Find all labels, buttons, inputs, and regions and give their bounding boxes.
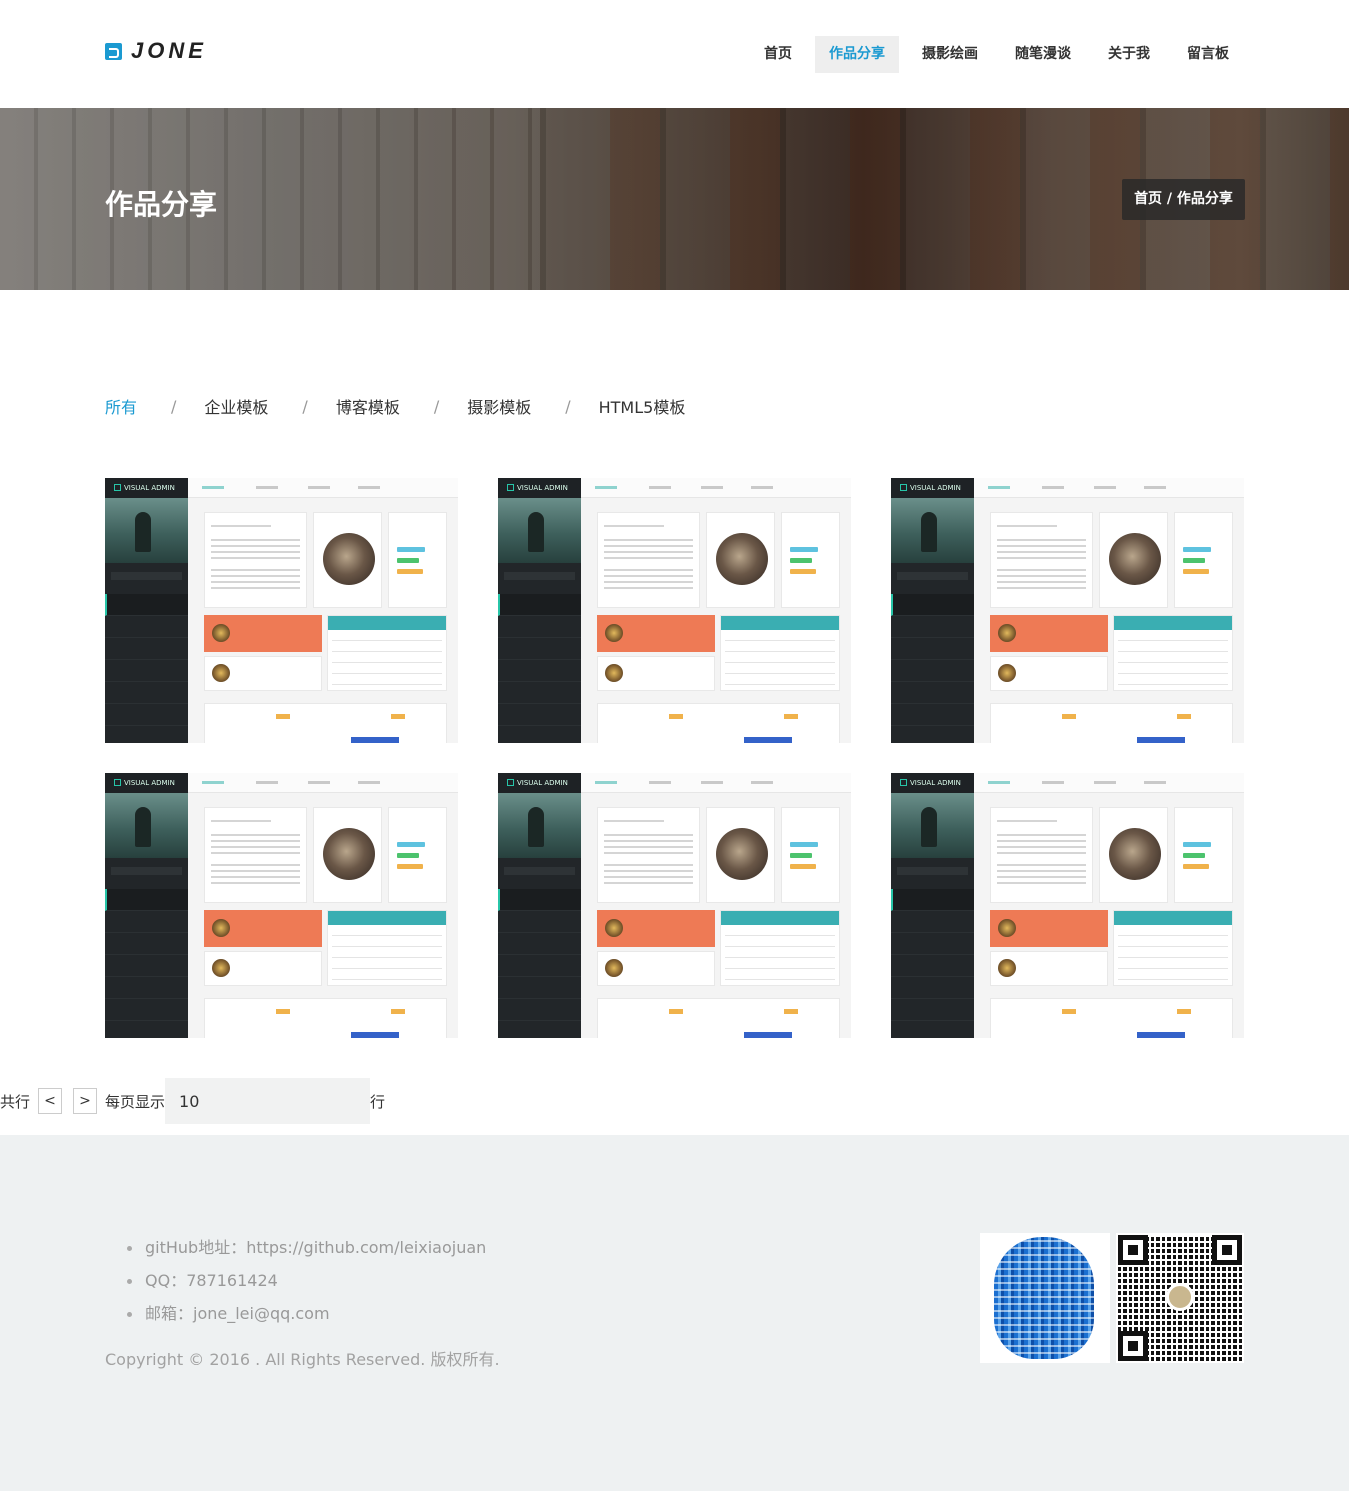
portfolio-card[interactable]: VISUAL ADMIN [891,478,1244,743]
breadcrumb[interactable]: 首页 / 作品分享 [1122,179,1245,220]
portfolio-grid: VISUAL ADMIN VISUAL ADMIN VISUAL ADMIN V… [105,478,1244,1038]
per-page-suffix: 行 [370,1092,386,1111]
prev-page-button[interactable]: < [38,1088,63,1114]
portfolio-card[interactable]: VISUAL ADMIN [105,478,458,743]
template-brand: VISUAL ADMIN [891,478,974,498]
category-filter: 所有 / 企业模板 / 博客模板 / 摄影模板 / HTML5模板 [105,394,685,418]
main-nav: 首页 作品分享 摄影绘画 随笔漫谈 关于我 留言板 [741,36,1243,73]
portfolio-card[interactable]: VISUAL ADMIN [891,773,1244,1038]
contact-list: gitHub地址：https://github.com/leixiaojuan … [127,1236,486,1335]
nav-item-home[interactable]: 首页 [750,36,806,73]
portfolio-card[interactable]: VISUAL ADMIN [498,773,851,1038]
nav-item-guestbook[interactable]: 留言板 [1173,36,1243,73]
filter-separator: / [302,396,308,416]
nav-item-photography[interactable]: 摄影绘画 [908,36,992,73]
template-photo [498,793,581,858]
wechat-qr-icon [1116,1233,1244,1363]
template-brand: VISUAL ADMIN [498,478,581,498]
next-page-button[interactable]: > [73,1088,98,1114]
portfolio-card[interactable]: VISUAL ADMIN [105,773,458,1038]
contact-email[interactable]: 邮箱：jone_lei@qq.com [127,1302,486,1335]
template-photo [105,793,188,858]
contact-github[interactable]: gitHub地址：https://github.com/leixiaojuan [127,1236,486,1269]
main-content: 所有 / 企业模板 / 博客模板 / 摄影模板 / HTML5模板 VISUAL… [0,290,1349,1135]
filter-photography[interactable]: 摄影模板 [467,394,531,418]
template-photo [105,498,188,563]
page-title: 作品分享 [105,188,218,221]
qq-qr-icon [980,1233,1110,1363]
filter-separator: / [171,396,177,416]
filter-enterprise[interactable]: 企业模板 [204,394,268,418]
template-brand: VISUAL ADMIN [105,773,188,793]
site-footer: gitHub地址：https://github.com/leixiaojuan … [0,1135,1349,1491]
nav-item-essays[interactable]: 随笔漫谈 [1001,36,1085,73]
total-label: 共行 [0,1092,31,1111]
pagination: 共行 < > 每页显示 行 [0,1078,385,1124]
logo-icon [105,42,122,60]
copyright: Copyright © 2016 . All Rights Reserved. … [105,1350,500,1369]
nav-item-about[interactable]: 关于我 [1094,36,1164,73]
portfolio-card[interactable]: VISUAL ADMIN [498,478,851,743]
logo-text: JONE [131,38,207,63]
contact-qq: QQ：787161424 [127,1269,486,1302]
logo[interactable]: JONE [105,38,207,64]
filter-separator: / [433,396,440,416]
template-brand: VISUAL ADMIN [498,773,581,793]
filter-blog[interactable]: 博客模板 [336,394,400,418]
per-page-input[interactable] [165,1078,371,1124]
template-photo [891,793,974,858]
filter-html5[interactable]: HTML5模板 [599,394,686,418]
template-brand: VISUAL ADMIN [891,773,974,793]
filter-all[interactable]: 所有 [105,394,137,418]
site-header: JONE 首页 作品分享 摄影绘画 随笔漫谈 关于我 留言板 [0,0,1349,108]
template-brand: VISUAL ADMIN [105,478,188,498]
template-photo [891,498,974,563]
filter-separator: / [565,396,571,416]
template-photo [498,498,581,563]
per-page-label: 每页显示 [105,1092,166,1111]
nav-item-works[interactable]: 作品分享 [815,36,899,73]
